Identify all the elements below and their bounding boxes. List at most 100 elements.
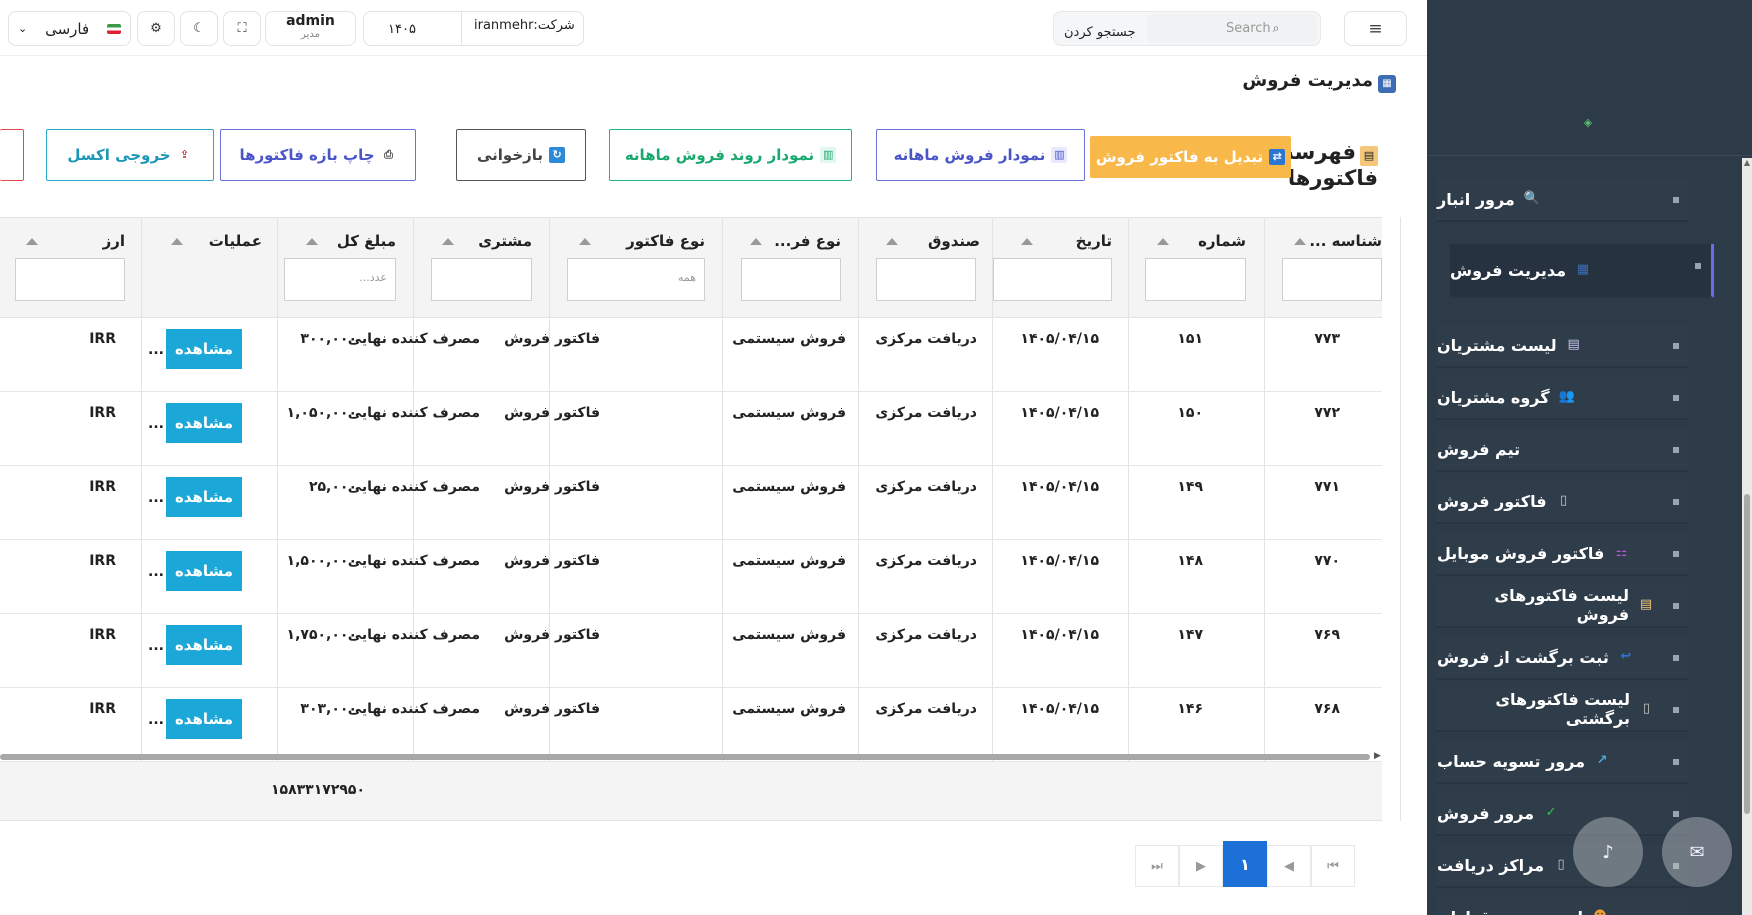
scroll-right-icon[interactable]: ▶: [1374, 751, 1381, 761]
column-header-id[interactable]: شناسه ...: [1309, 232, 1382, 252]
next-page-button[interactable]: ▶: [1179, 845, 1223, 887]
more-options-button[interactable]: ...: [148, 342, 164, 358]
excel-label: خروجی اکسل: [67, 146, 171, 164]
excel-export-button[interactable]: ⇪ خروجی اکسل: [46, 129, 214, 181]
chat-floating-button[interactable]: ✉: [1662, 817, 1732, 887]
column-header-fund[interactable]: صندوق: [905, 232, 980, 252]
table-row[interactable]: ۴۷۷۰۱۴۸۱۴۰۵/۰۴/۱۵دریافت مرکزیفروش سیستمی…: [0, 540, 1524, 614]
filter-amount[interactable]: عدد...: [284, 258, 396, 301]
sidebar-item[interactable]: ▯ مراکز دریافت: [1437, 844, 1689, 888]
sidebar-item-label: مرور تسویه حساب: [1437, 751, 1586, 771]
last-page-button[interactable]: ⏭: [1135, 845, 1179, 887]
hamburger-menu-button[interactable]: ≡: [1344, 11, 1407, 46]
view-button[interactable]: مشاهده: [166, 477, 242, 517]
sort-icon[interactable]: [26, 238, 38, 245]
sidebar-item[interactable]: ↩ ثبت برگشت از فروش: [1437, 636, 1689, 680]
column-header-invoice-type[interactable]: نوع فاکتور: [600, 232, 705, 252]
sidebar-item[interactable]: ⚏ فاکتور فروش موبایل: [1437, 532, 1689, 576]
view-button[interactable]: مشاهده: [166, 403, 242, 443]
column-header-amount[interactable]: مبلغ کل: [326, 232, 396, 252]
reload-button[interactable]: ↻ بازخوانی: [456, 129, 586, 181]
sort-icon[interactable]: [171, 238, 183, 245]
sort-icon[interactable]: [750, 238, 762, 245]
settings-button[interactable]: ⚙: [137, 11, 175, 46]
filter-sale-type[interactable]: [741, 258, 841, 301]
language-selector[interactable]: ⌄ فارسی: [8, 11, 131, 46]
view-button[interactable]: مشاهده: [166, 699, 242, 739]
table-row[interactable]: ۱۷۷۳۱۵۱۱۴۰۵/۰۴/۱۵دریافت مرکزیفروش سیستمی…: [0, 318, 1524, 392]
view-button[interactable]: مشاهده: [166, 625, 242, 665]
moon-icon: ☾: [193, 21, 205, 36]
sidebar-item-label: فاکتور فروش موبایل: [1437, 543, 1605, 563]
sidebar-scrollbar-thumb[interactable]: [1744, 494, 1750, 814]
sidebar-item[interactable]: ▤ لیست مشتریان: [1437, 324, 1689, 368]
sidebar-item[interactable]: 👥 گروه مشتریان: [1437, 376, 1689, 420]
partial-button[interactable]: [0, 129, 24, 181]
more-options-button[interactable]: ...: [148, 490, 164, 506]
sidebar-item[interactable]: ▯ لیست فاکتورهای برگشتی: [1437, 688, 1689, 732]
bar-chart-icon: ▥: [1051, 147, 1068, 163]
iran-flag-icon: [107, 23, 122, 34]
clipboard-icon: ▤: [1639, 597, 1653, 612]
sort-icon[interactable]: [1294, 238, 1306, 245]
filter-fund[interactable]: [876, 258, 976, 301]
user-menu[interactable]: admin مدیر: [265, 11, 356, 46]
convert-to-invoice-button[interactable]: ⇄ تبدیل به فاکتور فروش: [1090, 136, 1291, 178]
view-button[interactable]: مشاهده: [166, 551, 242, 591]
sort-icon[interactable]: [442, 238, 454, 245]
more-options-button[interactable]: ...: [148, 638, 164, 654]
print-range-button[interactable]: ⎙ چاپ بازه فاکتورها: [220, 129, 416, 181]
search-box[interactable]: جستجو کردن Search ⌕: [1053, 11, 1321, 46]
help-floating-button[interactable]: ♪: [1573, 817, 1643, 887]
sort-icon[interactable]: [886, 238, 898, 245]
page-number-current[interactable]: ۱: [1223, 841, 1267, 887]
scrollbar-thumb[interactable]: [0, 754, 1370, 760]
sidebar-item[interactable]: ✓ مرور فروش: [1437, 792, 1689, 836]
search-input[interactable]: Search ⌕: [1147, 14, 1317, 43]
sort-icon[interactable]: [306, 238, 318, 245]
chevron-down-icon: ⌄: [17, 22, 28, 35]
more-options-button[interactable]: ...: [148, 564, 164, 580]
company-selector[interactable]: ۱۴۰۵ شرکت:iranmehr: [363, 11, 584, 46]
monthly-sales-chart-button[interactable]: ▥ نمودار فروش ماهانه: [876, 129, 1085, 181]
sort-icon[interactable]: [579, 238, 591, 245]
scroll-up-icon[interactable]: ▲: [1742, 158, 1752, 168]
filter-number[interactable]: [1145, 258, 1246, 301]
horizontal-scrollbar[interactable]: ▶: [0, 751, 1382, 761]
monthly-trend-chart-button[interactable]: ▥ نمودار روند فروش ماهانه: [609, 129, 852, 181]
sidebar-item[interactable]: ▯ فاکتور فروش: [1437, 480, 1689, 524]
sidebar-scrollbar[interactable]: ▲: [1742, 158, 1752, 915]
sidebar-item[interactable]: تیم فروش: [1437, 428, 1689, 472]
table-row[interactable]: ۲۷۷۲۱۵۰۱۴۰۵/۰۴/۱۵دریافت مرکزیفروش سیستمی…: [0, 392, 1524, 466]
column-header-customer[interactable]: مشتری: [460, 232, 532, 252]
table-row[interactable]: ۵۷۶۹۱۴۷۱۴۰۵/۰۴/۱۵دریافت مرکزیفروش سیستمی…: [0, 614, 1524, 688]
sidebar-item[interactable]: ↗ مرور تسویه حساب: [1437, 740, 1689, 784]
column-header-date[interactable]: تاریخ: [1040, 232, 1112, 252]
filter-customer[interactable]: [431, 258, 532, 301]
sidebar-item[interactable]: ▤ لیست فاکتورهای فروش: [1437, 584, 1689, 628]
sidebar-item[interactable]: ▦ مدیریت فروش: [1450, 244, 1714, 298]
first-page-button[interactable]: ⏮: [1311, 845, 1355, 887]
sidebar-item-label: مراکز دریافت: [1437, 855, 1545, 875]
filter-currency[interactable]: [15, 258, 125, 301]
column-header-number[interactable]: شماره: [1170, 232, 1246, 252]
dark-mode-button[interactable]: ☾: [180, 11, 218, 46]
sort-icon[interactable]: [1157, 238, 1169, 245]
filter-id[interactable]: [1282, 258, 1382, 301]
filter-invoice-type[interactable]: همه: [567, 258, 705, 301]
sidebar-item[interactable]: ☻ لیست صندوقداران: [1437, 896, 1689, 915]
table-row[interactable]: ۳۷۷۱۱۴۹۱۴۰۵/۰۴/۱۵دریافت مرکزیفروش سیستمی…: [0, 466, 1524, 540]
sidebar-item[interactable]: 🔍 مرور انبار: [1437, 178, 1689, 222]
sort-icon[interactable]: [1021, 238, 1033, 245]
column-header-sale-type[interactable]: نوع فر...: [768, 232, 841, 252]
company-name: شرکت:iranmehr: [474, 18, 575, 33]
print-range-label: چاپ بازه فاکتورها: [239, 146, 375, 164]
more-options-button[interactable]: ...: [148, 712, 164, 728]
view-button[interactable]: مشاهده: [166, 329, 242, 369]
more-options-button[interactable]: ...: [148, 416, 164, 432]
fullscreen-button[interactable]: ⛶: [223, 11, 261, 46]
cell-amount: ۳۰۰,۰۰۰: [300, 331, 357, 347]
filter-date[interactable]: [993, 258, 1112, 301]
previous-page-button[interactable]: ◀: [1267, 845, 1311, 887]
column-header-currency[interactable]: ارز: [60, 232, 125, 252]
